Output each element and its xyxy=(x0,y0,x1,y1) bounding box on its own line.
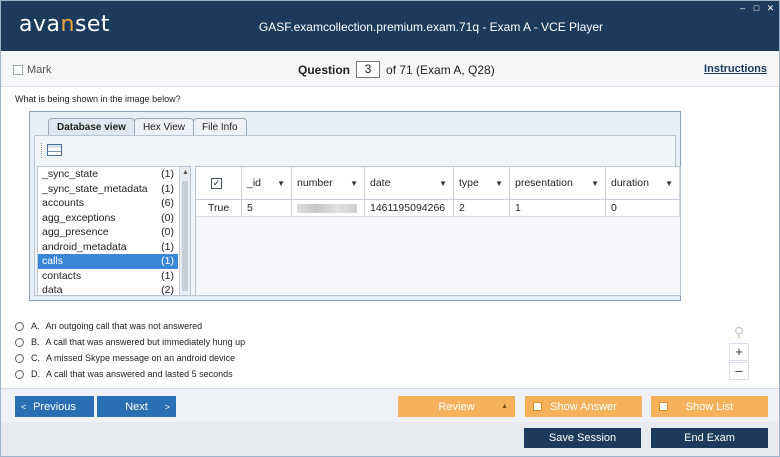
chevron-left-icon: < xyxy=(21,401,27,412)
show-answer-button[interactable]: Show Answer xyxy=(525,396,642,417)
database-view-panel: _sync_state (1) _sync_state_metadata (1) a… xyxy=(34,135,681,296)
question-navigator: Question 3 of 71 (Exam A, Q28) xyxy=(298,61,495,78)
cell-id: 5 xyxy=(242,200,292,216)
column-header: type ▼ xyxy=(454,167,510,199)
footer-bar: Save Session End Exam xyxy=(1,422,779,456)
magnifier-icon: ⚲ xyxy=(733,324,745,340)
answer-option-d[interactable]: D. A call that was answered and lasted 5… xyxy=(15,366,245,382)
checkbox-icon[interactable] xyxy=(659,402,668,411)
list-item: _sync_state_metadata (1) xyxy=(42,182,174,195)
column-header: duration ▼ xyxy=(606,167,680,199)
tab-file-info: File Info xyxy=(193,118,247,135)
list-item: data (2) xyxy=(42,284,174,296)
maximize-icon[interactable]: □ xyxy=(752,4,761,13)
answer-option-a[interactable]: A. An outgoing call that was not answere… xyxy=(15,318,245,334)
answer-text: A call that was answered but immediately… xyxy=(45,337,246,347)
review-button[interactable]: Review ▲ xyxy=(398,396,515,417)
chevron-down-icon: ▼ xyxy=(665,178,673,188)
answer-option-b[interactable]: B. A call that was answered but immediat… xyxy=(15,334,245,350)
answer-text: A missed Skype message on an android dev… xyxy=(46,353,236,363)
scroll-thumb xyxy=(182,181,188,291)
chevron-down-icon: ▼ xyxy=(350,178,358,188)
window-title: GASF.examcollection.premium.exam.71q - E… xyxy=(258,20,604,34)
window-controls: – □ ✕ xyxy=(738,4,775,13)
cell-duration: 0 xyxy=(606,200,680,216)
navigation-bar: < Previous Next > Review ▲ Show Answer S… xyxy=(1,388,779,422)
column-header: _id ▼ xyxy=(242,167,292,199)
toolbar-separator xyxy=(41,143,42,158)
list-item: _sync_state (1) xyxy=(42,168,174,180)
answer-options: A. An outgoing call that was not answere… xyxy=(15,318,245,382)
answer-option-c[interactable]: C. A missed Skype message on an android … xyxy=(15,350,245,366)
answer-text: An outgoing call that was not answered xyxy=(45,321,203,331)
question-prompt: What is being shown in the image below? xyxy=(15,94,181,104)
table-list: _sync_state (1) _sync_state_metadata (1) a… xyxy=(37,166,191,296)
question-image: Database view Hex View File Info _sync_s… xyxy=(29,111,681,301)
table-grid-icon xyxy=(47,144,62,156)
radio-button[interactable] xyxy=(15,321,24,331)
list-item: android_metadata (1) xyxy=(42,240,174,253)
question-number-input[interactable]: 3 xyxy=(356,61,381,78)
chevron-down-icon: ▼ xyxy=(277,178,285,188)
caret-up-icon: ▲ xyxy=(501,403,508,410)
next-button[interactable]: Next > xyxy=(97,396,176,417)
question-label: Question xyxy=(298,62,351,77)
title-bar: avanset GASF.examcollection.premium.exam… xyxy=(1,1,779,51)
zoom-out-button[interactable]: – xyxy=(729,362,749,380)
cell-date: 1461195094266 xyxy=(365,200,454,216)
chevron-right-icon: > xyxy=(164,401,170,412)
radio-button[interactable] xyxy=(15,369,24,379)
zoom-in-button[interactable]: + xyxy=(729,343,749,361)
minimize-icon[interactable]: – xyxy=(738,4,747,13)
zoom-controls: ⚲ + – xyxy=(729,324,749,380)
grid-header: ✓ _id ▼ number ▼ date ▼ type ▼ presentation ▼… xyxy=(196,167,680,200)
question-header: Mark Question 3 of 71 (Exam A, Q28) Inst… xyxy=(1,51,779,87)
cell-presentation: 1 xyxy=(510,200,606,216)
list-item: agg_presence (0) xyxy=(42,226,174,238)
table-row: True 5 1461195094266 2 1 0 xyxy=(196,200,680,217)
column-header: number ▼ xyxy=(292,167,365,199)
list-item-selected: calls (1) xyxy=(38,254,178,269)
answer-text: A call that was answered and lasted 5 se… xyxy=(46,369,233,379)
answer-letter: D. xyxy=(31,369,40,379)
cell-number xyxy=(292,200,365,216)
checkbox-icon[interactable] xyxy=(533,402,542,411)
checkbox-checked-icon: ✓ xyxy=(211,177,222,189)
chevron-down-icon: ▼ xyxy=(495,178,503,188)
data-grid: ✓ _id ▼ number ▼ date ▼ type ▼ presentation ▼… xyxy=(195,166,681,296)
cell-type: 2 xyxy=(454,200,510,216)
list-item: contacts (1) xyxy=(42,269,174,282)
previous-button[interactable]: < Previous xyxy=(15,396,94,417)
answer-letter: B. xyxy=(31,337,40,347)
radio-button[interactable] xyxy=(15,337,24,347)
close-icon[interactable]: ✕ xyxy=(766,4,775,13)
mark-checkbox[interactable]: Mark xyxy=(13,64,51,76)
checkbox-icon[interactable] xyxy=(13,65,23,75)
tab-database-view: Database view xyxy=(48,118,135,135)
redacted-number xyxy=(297,203,357,213)
question-of-text: of 71 (Exam A, Q28) xyxy=(386,62,495,77)
list-scrollbar: ▲ xyxy=(179,167,190,295)
column-header: date ▼ xyxy=(365,167,454,199)
vce-player-window: avanset GASF.examcollection.premium.exam… xyxy=(0,0,780,457)
column-header: presentation ▼ xyxy=(510,167,606,199)
chevron-down-icon: ▼ xyxy=(591,178,599,188)
select-column-header: ✓ xyxy=(196,167,242,199)
mark-label: Mark xyxy=(27,64,52,76)
list-item: accounts (6) xyxy=(42,197,174,209)
image-tabs: Database view Hex View File Info xyxy=(48,118,247,135)
answer-letter: C. xyxy=(31,353,40,363)
save-session-button[interactable]: Save Session xyxy=(524,428,641,448)
list-item: agg_exceptions (0) xyxy=(42,211,174,224)
tab-hex-view: Hex View xyxy=(133,118,194,135)
answer-letter: A. xyxy=(31,321,40,331)
avanset-logo: avanset xyxy=(19,12,111,37)
chevron-down-icon: ▼ xyxy=(439,178,447,188)
instructions-link[interactable]: Instructions xyxy=(704,63,767,75)
radio-button[interactable] xyxy=(15,353,24,363)
cell-checked: True xyxy=(196,200,242,216)
show-list-button[interactable]: Show List xyxy=(651,396,768,417)
scroll-up-icon: ▲ xyxy=(182,169,189,176)
end-exam-button[interactable]: End Exam xyxy=(651,428,768,448)
